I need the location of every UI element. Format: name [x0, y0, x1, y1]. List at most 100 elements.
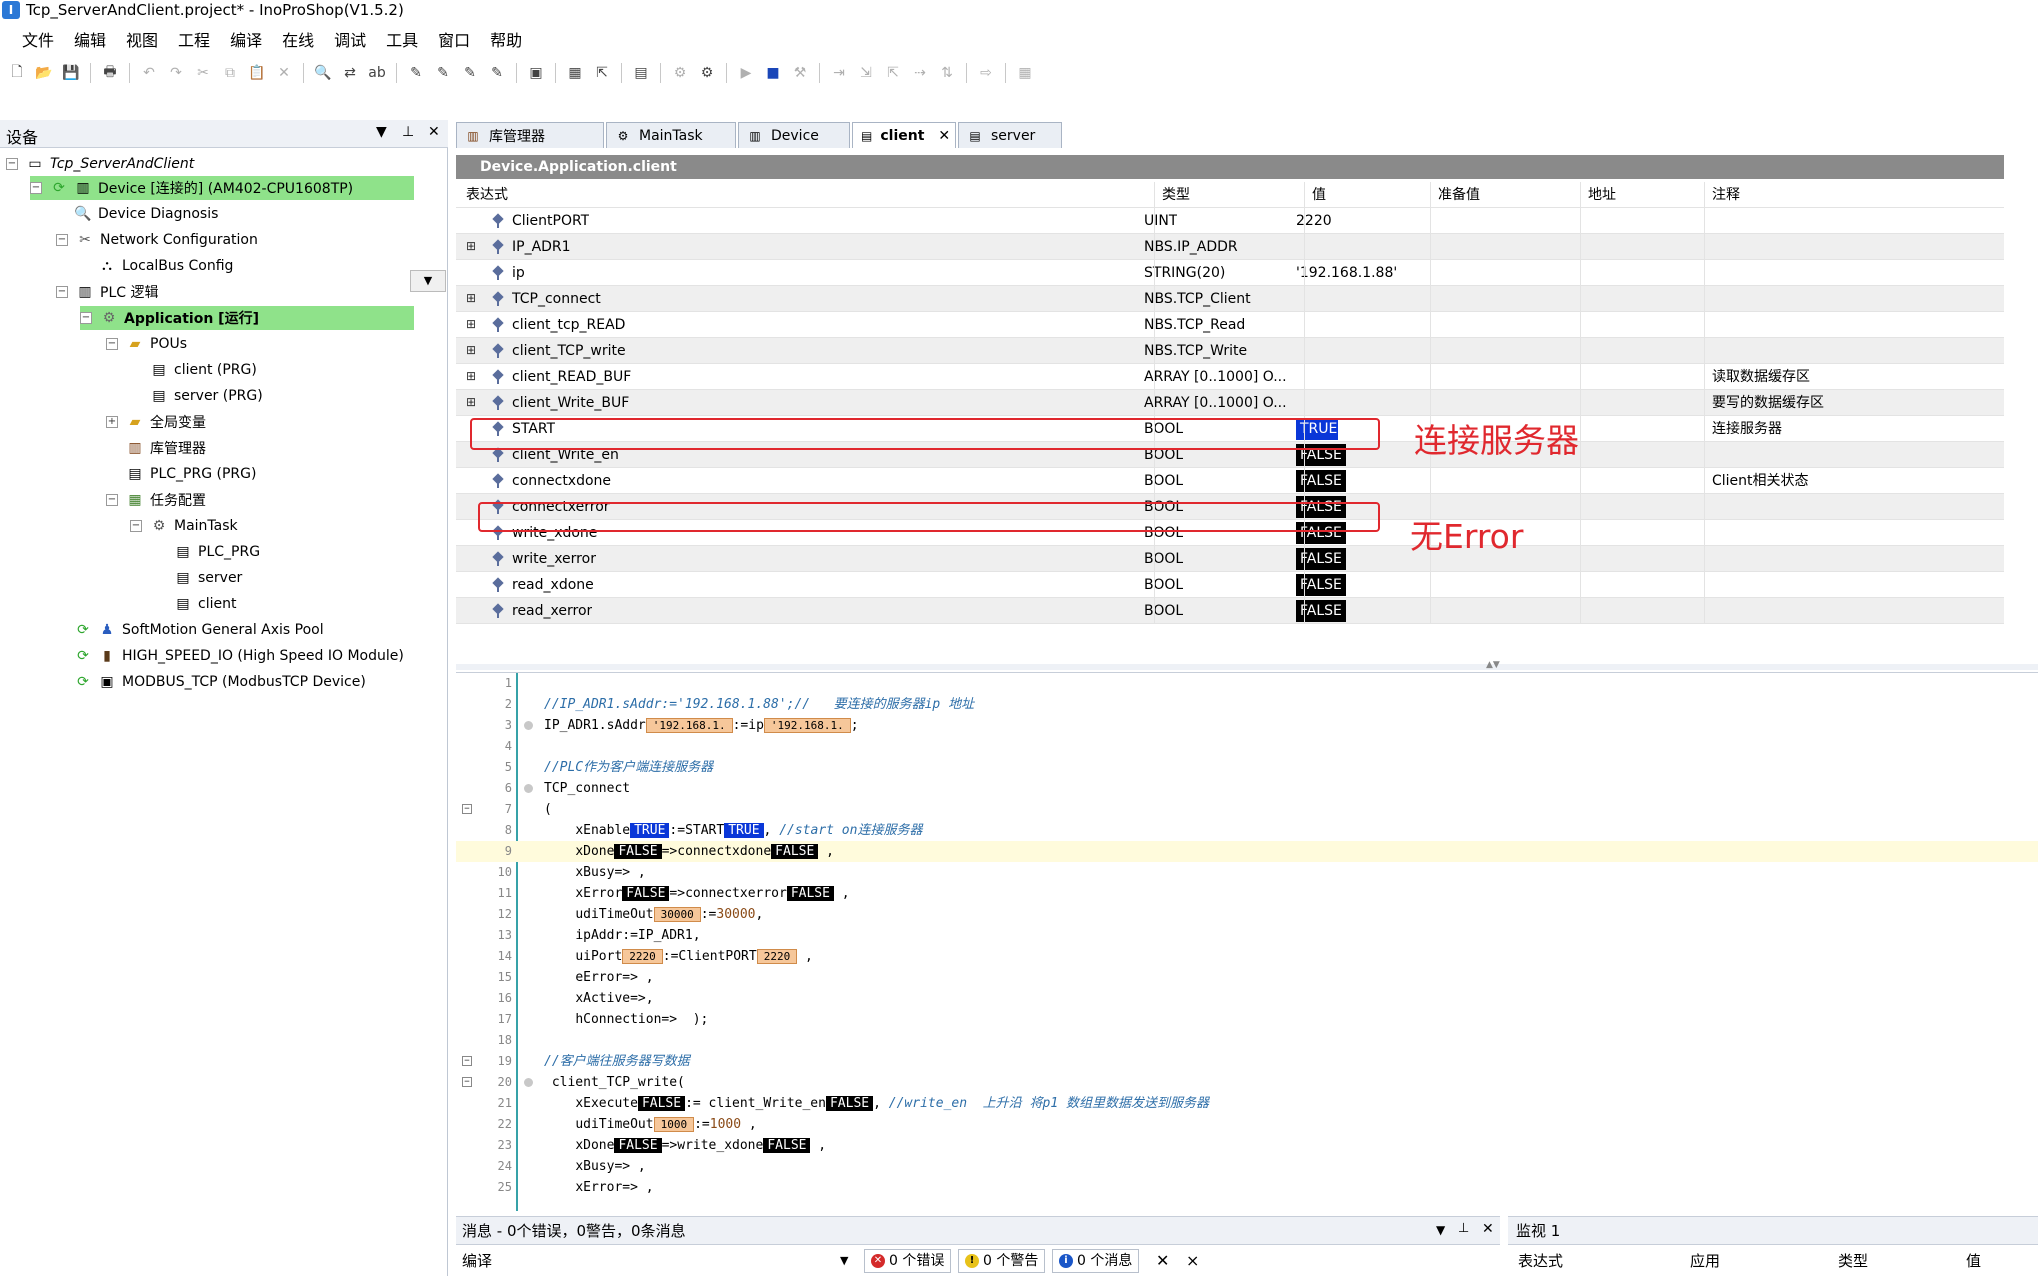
- menu-edit[interactable]: 编辑: [64, 28, 116, 54]
- tree-item-softmotion-axis-pool[interactable]: ⟳ ♟ SoftMotion General Axis Pool: [74, 618, 324, 642]
- collapse-icon[interactable]: −: [106, 338, 118, 350]
- tree-item-modbus-tcp[interactable]: ⟳ ▣ MODBUS_TCP (ModbusTCP Device): [74, 670, 366, 694]
- paste-icon[interactable]: 📋: [246, 62, 268, 84]
- tree-item-call-server[interactable]: ▤ server: [174, 566, 242, 590]
- online-value-false[interactable]: FALSE: [637, 1096, 686, 1111]
- tree-item-call-plc-prg[interactable]: ▤ PLC_PRG: [174, 540, 260, 564]
- tree-item-global-variables[interactable]: + ▰ 全局变量: [106, 410, 206, 434]
- window-icon[interactable]: ▣: [525, 62, 547, 84]
- panel-dropdown-icon[interactable]: ▼: [376, 124, 387, 140]
- column-header[interactable]: 值: [1966, 1247, 1981, 1275]
- build-all-icon[interactable]: ✎: [459, 62, 481, 84]
- online-value-false[interactable]: FALSE: [614, 1138, 662, 1153]
- tree-item-pous[interactable]: − ▰ POUs: [106, 332, 187, 356]
- find-text-icon[interactable]: ab: [366, 62, 388, 84]
- grid-dropdown-icon[interactable]: ▦: [564, 62, 586, 84]
- online-value-true[interactable]: TRUE: [724, 823, 764, 838]
- run-to-cursor-icon[interactable]: ⇢: [909, 62, 931, 84]
- undo-icon[interactable]: ↶: [138, 62, 160, 84]
- column-header[interactable]: 准备值: [1438, 182, 1480, 208]
- watch-row[interactable]: ⊞ client_READ_BUF ARRAY [0..1000] O... 读取数据…: [456, 364, 2004, 390]
- pin-icon[interactable]: ⊥: [1458, 1221, 1469, 1236]
- column-header[interactable]: 值: [1312, 182, 1326, 208]
- save-icon[interactable]: 💾: [60, 62, 82, 84]
- online-value-false[interactable]: FALSE: [771, 844, 819, 859]
- clear-messages-icon[interactable]: ✕: [1156, 1247, 1169, 1275]
- watch-row[interactable]: ip STRING(20) '192.168.1.88': [456, 260, 2004, 286]
- new-file-icon[interactable]: 🗋: [6, 62, 28, 84]
- tree-dropdown-button[interactable]: ▼: [410, 270, 446, 292]
- online-value-false[interactable]: FALSE: [763, 1138, 811, 1153]
- expand-icon[interactable]: ⊞: [466, 396, 476, 408]
- tab-library-manager[interactable]: ▥ 库管理器: [456, 122, 604, 148]
- expand-icon[interactable]: ⊞: [466, 240, 476, 252]
- watch-value-cell[interactable]: '192.168.1.88': [1296, 260, 1397, 286]
- close-tab-icon[interactable]: ✕: [938, 128, 950, 144]
- watch-value-cell[interactable]: 2220: [1296, 208, 1332, 234]
- column-header[interactable]: 应用: [1690, 1247, 1720, 1275]
- device-scan-icon[interactable]: ▤: [630, 62, 652, 84]
- tree-item-client-prg[interactable]: ▤ client (PRG): [150, 358, 256, 382]
- menu-online[interactable]: 在线: [272, 28, 324, 54]
- watch-row[interactable]: ⊞ client_Write_BUF ARRAY [0..1000] O... 要写的…: [456, 390, 2004, 416]
- login-icon[interactable]: ⚙: [669, 62, 691, 84]
- stop-icon[interactable]: ■: [762, 62, 784, 84]
- online-value[interactable]: 1000: [653, 1117, 695, 1132]
- force-values-icon[interactable]: ⇅: [936, 62, 958, 84]
- panel-dropdown-icon[interactable]: ▼: [1436, 1223, 1445, 1237]
- column-header[interactable]: 类型: [1162, 182, 1190, 208]
- expand-icon[interactable]: ⊞: [466, 370, 476, 382]
- delete-icon[interactable]: ✕: [273, 62, 295, 84]
- tree-item-library-manager[interactable]: ▥ 库管理器: [126, 436, 206, 460]
- open-file-icon[interactable]: 📂: [33, 62, 55, 84]
- menu-project[interactable]: 工程: [168, 28, 220, 54]
- tree-item-localbus-config[interactable]: ⛬ LocalBus Config: [98, 254, 233, 278]
- message-filter-select[interactable]: 编译: [462, 1247, 492, 1275]
- collapse-icon[interactable]: −: [56, 234, 68, 246]
- column-header[interactable]: 类型: [1838, 1247, 1868, 1275]
- rebuild-icon[interactable]: ✎: [432, 62, 454, 84]
- close-icon[interactable]: ✕: [1482, 1221, 1494, 1237]
- tree-item-call-client[interactable]: ▤ client: [174, 592, 236, 616]
- pin-icon[interactable]: ⊥: [402, 124, 414, 140]
- online-value-false[interactable]: FALSE: [786, 886, 834, 901]
- online-value[interactable]: '192.168.1.: [645, 718, 733, 733]
- collapse-icon[interactable]: −: [30, 182, 42, 194]
- logout-icon[interactable]: ⚙: [696, 62, 718, 84]
- tab-device[interactable]: ▥ Device: [738, 122, 850, 148]
- menu-window[interactable]: 窗口: [428, 28, 480, 54]
- find-icon[interactable]: 🔍: [312, 62, 334, 84]
- build-icon[interactable]: ✎: [405, 62, 427, 84]
- menu-view[interactable]: 视图: [116, 28, 168, 54]
- collapse-icon[interactable]: −: [6, 158, 18, 170]
- tree-item-server-prg[interactable]: ▤ server (PRG): [150, 384, 262, 408]
- chevron-down-icon[interactable]: ▼: [840, 1247, 848, 1275]
- warnings-filter-button[interactable]: ! 0 个警告: [958, 1249, 1046, 1273]
- clean-icon[interactable]: ✎: [486, 62, 508, 84]
- collapse-icon[interactable]: −: [56, 286, 68, 298]
- breakpoint-icon[interactable]: ▦: [1014, 62, 1036, 84]
- menu-file[interactable]: 文件: [12, 28, 64, 54]
- watch-row[interactable]: ⊞ client_tcp_READ NBS.TCP_Read: [456, 312, 2004, 338]
- online-value[interactable]: 2220: [622, 949, 663, 964]
- step-out-icon[interactable]: ⇱: [882, 62, 904, 84]
- tab-server[interactable]: ▤ server: [958, 122, 1062, 148]
- column-header[interactable]: 注释: [1712, 182, 1740, 208]
- run-icon[interactable]: ▶: [735, 62, 757, 84]
- show-next-icon[interactable]: ⇨: [975, 62, 997, 84]
- tree-item-network-configuration[interactable]: − ✂ Network Configuration: [56, 228, 258, 252]
- online-value-false[interactable]: FALSE: [825, 1096, 874, 1111]
- watch-row[interactable]: read_xdone BOOL FALSE: [456, 572, 2004, 598]
- watch-row[interactable]: ClientPORT UINT 2220: [456, 208, 2004, 234]
- column-header[interactable]: 表达式: [466, 182, 508, 208]
- watch-row[interactable]: ⊞ IP_ADR1 NBS.IP_ADDR: [456, 234, 2004, 260]
- infos-filter-button[interactable]: i 0 个消息: [1052, 1249, 1140, 1273]
- replace-icon[interactable]: ⇄: [339, 62, 361, 84]
- collapse-icon[interactable]: −: [80, 312, 92, 324]
- online-value[interactable]: 2220: [756, 949, 798, 964]
- watch-row[interactable]: write_xerror BOOL FALSE: [456, 546, 2004, 572]
- reset-icon[interactable]: ⚒: [789, 62, 811, 84]
- collapse-icon[interactable]: −: [106, 494, 118, 506]
- errors-filter-button[interactable]: ✕ 0 个错误: [864, 1249, 952, 1273]
- tree-item-project[interactable]: − ▭ Tcp_ServerAndClient: [6, 152, 194, 176]
